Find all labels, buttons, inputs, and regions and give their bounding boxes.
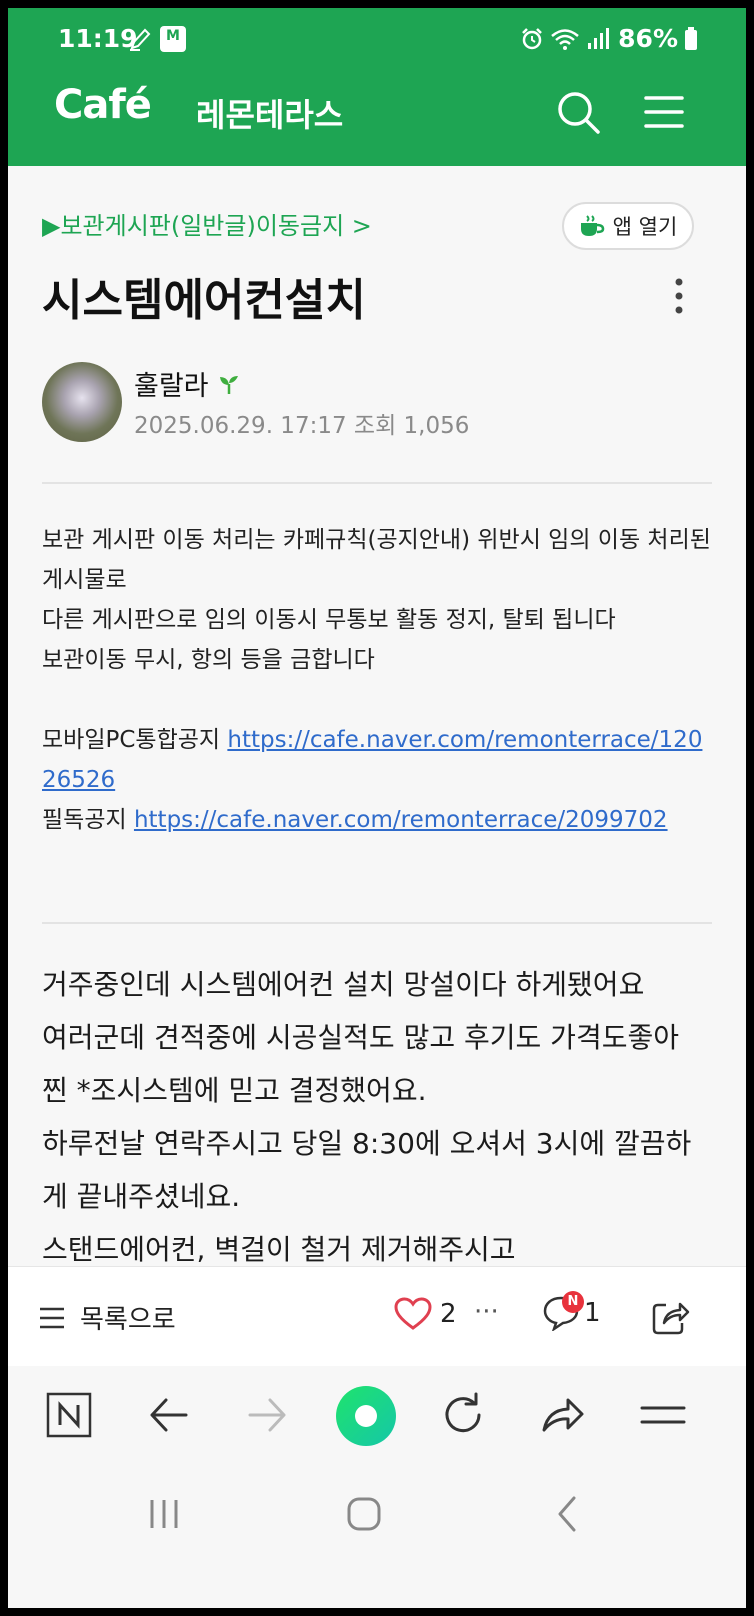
wifi-icon: [551, 28, 579, 50]
post-title: 시스템에어컨설치: [42, 275, 366, 326]
open-app-button[interactable]: 앱 열기: [562, 202, 694, 250]
author-name[interactable]: 훌랄라: [134, 364, 209, 403]
divider: [42, 922, 712, 924]
mobile-notice-label: 모바일PC통합공지: [42, 727, 228, 753]
more-options-icon[interactable]: [672, 276, 686, 316]
browser-toolbar: [8, 1366, 746, 1466]
post-body: 거주중인데 시스템에어컨 설치 망설이다 하게됐어요 여러군데 견적중에 시공실…: [42, 958, 712, 1276]
back-to-list-button[interactable]: 목록으로: [38, 1299, 176, 1336]
notice-line-2: 다른 게시판으로 임의 이동시 무통보 활동 정지, 탈퇴 됩니다: [42, 607, 616, 633]
comment-button[interactable]: N 1: [542, 1291, 601, 1331]
sprout-icon: [219, 375, 238, 394]
post-date: 2025.06.29. 17:17: [134, 413, 347, 439]
status-right: 86%: [520, 24, 698, 53]
more-reactions-button[interactable]: ···: [474, 1297, 499, 1327]
top-bar: 11:19 M 86% Café 레몬테라스: [8, 8, 746, 166]
body-paragraph: 거주중인데 시스템에어컨 설치 망설이다 하게됐어요: [42, 968, 645, 1001]
alarm-icon: [522, 27, 543, 49]
required-notice: 필독공지 https://cafe.naver.com/remonterrace…: [42, 800, 712, 840]
phone-screen: 11:19 M 86% Café 레몬테라스 ▶보관게시판(일반글)이동금지 >…: [8, 8, 746, 1608]
system-navigation: [8, 1466, 746, 1608]
author-row: 훌랄라: [134, 364, 241, 403]
battery-level: 86%: [618, 24, 678, 53]
post-action-bar: 목록으로 2 ··· N 1: [8, 1266, 746, 1366]
status-bar: 11:19 M 86%: [8, 22, 746, 58]
naver-home-icon[interactable]: [44, 1390, 94, 1440]
forward-arrow-icon[interactable]: [242, 1390, 292, 1440]
views-count: 1,056: [403, 413, 470, 439]
like-button[interactable]: 2: [394, 1297, 457, 1331]
open-app-label: 앱 열기: [612, 215, 678, 239]
required-notice-label: 필독공지: [42, 807, 134, 833]
cafe-header: Café 레몬테라스: [8, 78, 746, 148]
recent-apps-icon[interactable]: [144, 1494, 184, 1534]
green-dot-button[interactable]: [336, 1386, 396, 1446]
post-content: ▶보관게시판(일반글)이동금지 > 앱 열기 시스템에어컨설치 훌랄라 2025…: [8, 166, 746, 1266]
new-comment-badge: N: [562, 1291, 584, 1313]
views-label: 조회: [353, 413, 397, 439]
mobile-notice: 모바일PC통합공지 https://cafe.naver.com/remonte…: [42, 720, 712, 800]
mstock-app-icon: M: [160, 26, 186, 52]
author-avatar[interactable]: [42, 362, 122, 442]
battery-icon: [685, 26, 697, 50]
cup-icon: [580, 215, 604, 236]
comment-count: 1: [584, 1298, 601, 1328]
forward-share-icon[interactable]: [538, 1390, 588, 1440]
required-notice-link[interactable]: https://cafe.naver.com/remonterrace/2099…: [134, 807, 668, 833]
body-paragraph: 하루전날 연락주시고 당일 8:30에 오셔서 3시에 깔끔하게 끝내주셨네요.: [42, 1127, 692, 1213]
back-to-list-label: 목록으로: [80, 1305, 176, 1335]
board-link[interactable]: ▶보관게시판(일반글)이동금지 >: [42, 206, 372, 241]
cafe-name[interactable]: 레몬테라스: [196, 90, 343, 136]
cafe-logo[interactable]: Café: [54, 82, 152, 128]
refresh-icon[interactable]: [438, 1390, 488, 1440]
notice-line-1: 보관 게시판 이동 처리는 카페규칙(공지안내) 위반시 임의 이동 처리된 게…: [42, 527, 711, 593]
browser-menu-icon[interactable]: [638, 1390, 688, 1440]
notice-block: 보관 게시판 이동 처리는 카페규칙(공지안내) 위반시 임의 이동 처리된 게…: [42, 520, 712, 840]
body-paragraph: 여러군데 견적중에 시공실적도 많고 후기도 가격도좋아 찐 *조시스템에 믿고…: [42, 1021, 679, 1107]
menu-icon[interactable]: [642, 90, 686, 134]
share-icon[interactable]: [650, 1297, 690, 1337]
search-icon[interactable]: [554, 88, 602, 136]
divider: [42, 482, 712, 484]
heart-icon: [394, 1297, 432, 1330]
pen-icon: [130, 28, 151, 51]
signal-icon: [588, 27, 610, 49]
list-icon: [40, 1307, 64, 1328]
home-icon[interactable]: [344, 1494, 384, 1534]
notice-line-3: 보관이동 무시, 항의 등을 금합니다: [42, 647, 375, 673]
back-arrow-icon[interactable]: [144, 1390, 194, 1440]
back-icon[interactable]: [548, 1494, 588, 1534]
like-count: 2: [440, 1299, 457, 1329]
post-meta: 2025.06.29. 17:17 조회 1,056: [134, 406, 469, 440]
status-time: 11:19: [58, 24, 138, 53]
